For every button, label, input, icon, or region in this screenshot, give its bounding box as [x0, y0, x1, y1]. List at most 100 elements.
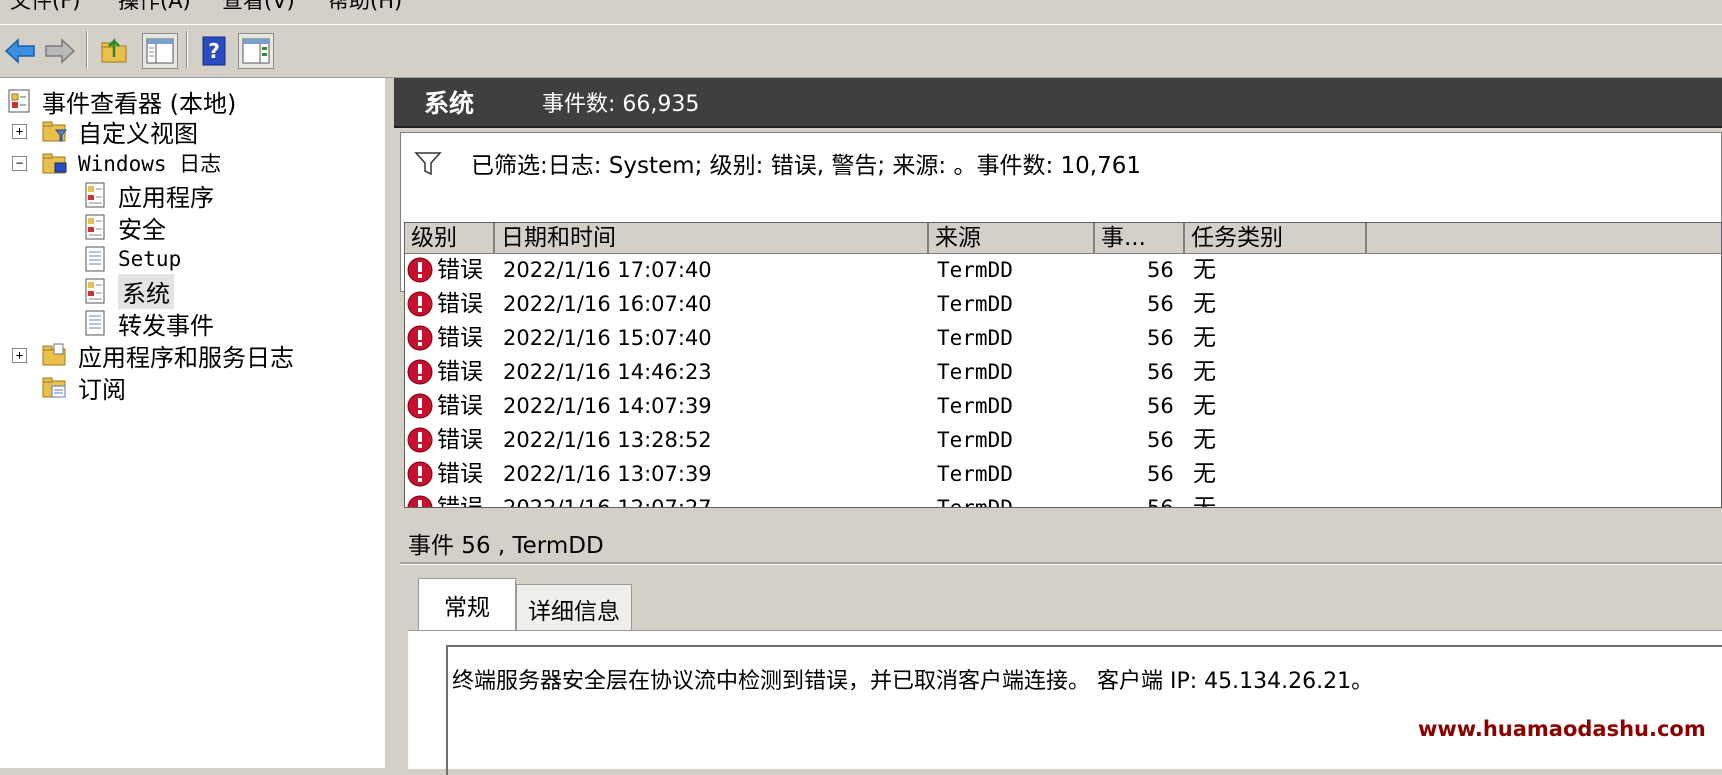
row-level: 错误 [437, 495, 483, 508]
filter-summary: 已筛选:日志: System; 级别: 错误, 警告; 来源: 。事件数: 10… [401, 143, 1141, 183]
tree-item-label: 自定义视图 [78, 119, 198, 148]
help-button[interactable]: ? [196, 33, 232, 69]
expand-toggle[interactable]: + [12, 348, 27, 363]
event-detail-panel: 终端服务器安全层在协议流中检测到错误，并已取消客户端连接。 客户端 IP: 45… [408, 630, 1722, 775]
tab-general[interactable]: 常规 [418, 578, 516, 630]
row-source: TermDD [937, 326, 1013, 350]
tab-details[interactable]: 详细信息 [516, 584, 632, 632]
forward-button[interactable] [42, 33, 78, 69]
toolbar-separator [186, 31, 188, 69]
expand-toggle[interactable]: + [12, 124, 27, 139]
row-event-id: 56 [1147, 394, 1174, 418]
row-source: TermDD [937, 258, 1013, 282]
back-arrow-icon [4, 38, 35, 64]
tree-item-windows-logs[interactable]: Windows 日志 [42, 148, 221, 178]
row-task: 无 [1193, 393, 1216, 419]
event-detail-title: 事件 56 , TermDD [408, 533, 604, 559]
tree-item-security[interactable]: 安全 [82, 212, 166, 244]
row-datetime: 2022/1/16 12:07:27 [503, 496, 712, 508]
menu-view[interactable]: 查看(V) [222, 0, 295, 12]
row-event-id: 56 [1147, 292, 1174, 316]
tree-item-label: 订阅 [78, 375, 126, 404]
table-row[interactable]: 错误 2022/1/16 17:07:40 TermDD 56 无 [405, 253, 1721, 287]
error-icon [407, 257, 433, 283]
log-icon [85, 214, 105, 240]
row-level: 错误 [437, 393, 483, 419]
pane-splitter[interactable] [384, 78, 394, 768]
help-icon: ? [202, 36, 226, 66]
error-icon [407, 325, 433, 351]
event-list: 级别 日期和时间 来源 事... 任务类别 错误 2022/1/16 17:07… [404, 222, 1722, 508]
row-task: 无 [1193, 257, 1216, 283]
tree-root[interactable]: 事件查看器 (本地) [6, 86, 236, 118]
console-tree: 事件查看器 (本地) + 自定义视图 − Windows 日志 应用程序 安全 … [0, 78, 385, 768]
table-row[interactable]: 错误 2022/1/16 14:46:23 TermDD 56 无 [405, 355, 1721, 389]
row-task: 无 [1193, 325, 1216, 351]
row-level: 错误 [437, 461, 483, 487]
error-icon [407, 359, 433, 385]
error-icon [407, 393, 433, 419]
tree-item-forwarded-events[interactable]: 转发事件 [82, 308, 214, 340]
row-datetime: 2022/1/16 17:07:40 [503, 258, 712, 282]
table-row[interactable]: 错误 2022/1/16 12:07:27 TermDD 56 无 [405, 491, 1721, 508]
folder-filter-icon [42, 121, 68, 142]
row-datetime: 2022/1/16 14:46:23 [503, 360, 712, 384]
show-hide-action-pane-button[interactable] [238, 33, 274, 69]
tree-item-label-selected: 系统 [118, 273, 174, 309]
row-level: 错误 [437, 291, 483, 317]
column-datetime[interactable]: 日期和时间 [495, 223, 929, 253]
column-level[interactable]: 级别 [405, 223, 495, 253]
tree-item-custom-views[interactable]: 自定义视图 [42, 116, 198, 148]
table-row[interactable]: 错误 2022/1/16 15:07:40 TermDD 56 无 [405, 321, 1721, 355]
row-event-id: 56 [1147, 462, 1174, 486]
collapse-toggle[interactable]: − [12, 156, 27, 171]
show-hide-tree-button[interactable] [142, 33, 178, 69]
tree-item-label: 应用程序 [118, 183, 214, 212]
tree-item-app-service-logs[interactable]: 应用程序和服务日志 [42, 340, 294, 372]
watermark: www.huamaodashu.com [1418, 717, 1706, 741]
error-icon [407, 461, 433, 487]
subscription-folder-icon [42, 377, 66, 398]
row-event-id: 56 [1147, 496, 1174, 508]
show-hide-tree-icon [146, 38, 174, 64]
row-event-id: 56 [1147, 360, 1174, 384]
tree-item-system[interactable]: 系统 [82, 273, 174, 309]
row-event-id: 56 [1147, 326, 1174, 350]
menu-file[interactable]: 文件(F) [10, 0, 80, 12]
tree-item-subscriptions[interactable]: 订阅 [42, 372, 126, 404]
error-icon [407, 291, 433, 317]
log-name: 系统 [424, 89, 475, 118]
event-count: 事件数: 66,935 [542, 92, 700, 117]
tree-item-label: Windows 日志 [78, 152, 222, 176]
column-task-category[interactable]: 任务类别 [1185, 223, 1367, 253]
tree-item-label: 应用程序和服务日志 [78, 343, 294, 372]
folder-windows-icon [42, 153, 67, 174]
menu-help[interactable]: 帮助(H) [328, 0, 402, 12]
row-task: 无 [1193, 359, 1216, 385]
row-task: 无 [1193, 427, 1216, 453]
up-level-button[interactable] [96, 33, 132, 69]
table-row[interactable]: 错误 2022/1/16 14:07:39 TermDD 56 无 [405, 389, 1721, 423]
event-description-box[interactable]: 终端服务器安全层在协议流中检测到错误，并已取消客户端连接。 客户端 IP: 45… [446, 645, 1722, 775]
tree-item-label: 安全 [118, 215, 166, 244]
row-level: 错误 [437, 257, 483, 283]
tree-item-setup[interactable]: Setup [82, 244, 181, 274]
tree-item-application[interactable]: 应用程序 [82, 180, 214, 212]
back-button[interactable] [2, 33, 38, 69]
row-source: TermDD [937, 394, 1013, 418]
up-folder-icon [101, 37, 127, 63]
tree-item-label: 转发事件 [118, 311, 214, 340]
column-event-id[interactable]: 事... [1095, 223, 1185, 253]
divider [400, 562, 1722, 565]
show-hide-action-pane-icon [242, 38, 270, 64]
table-row[interactable]: 错误 2022/1/16 13:07:39 TermDD 56 无 [405, 457, 1721, 491]
row-source: TermDD [937, 292, 1013, 316]
table-row[interactable]: 错误 2022/1/16 13:28:52 TermDD 56 无 [405, 423, 1721, 457]
tree-item-label: Setup [118, 247, 182, 271]
table-row[interactable]: 错误 2022/1/16 16:07:40 TermDD 56 无 [405, 287, 1721, 321]
column-source[interactable]: 来源 [929, 223, 1095, 253]
toolbar: ? [0, 24, 1722, 78]
row-task: 无 [1193, 461, 1216, 487]
menu-bar: 文件(F) 操作(A) 查看(V) 帮助(H) [0, 0, 1722, 22]
menu-action[interactable]: 操作(A) [118, 0, 191, 12]
